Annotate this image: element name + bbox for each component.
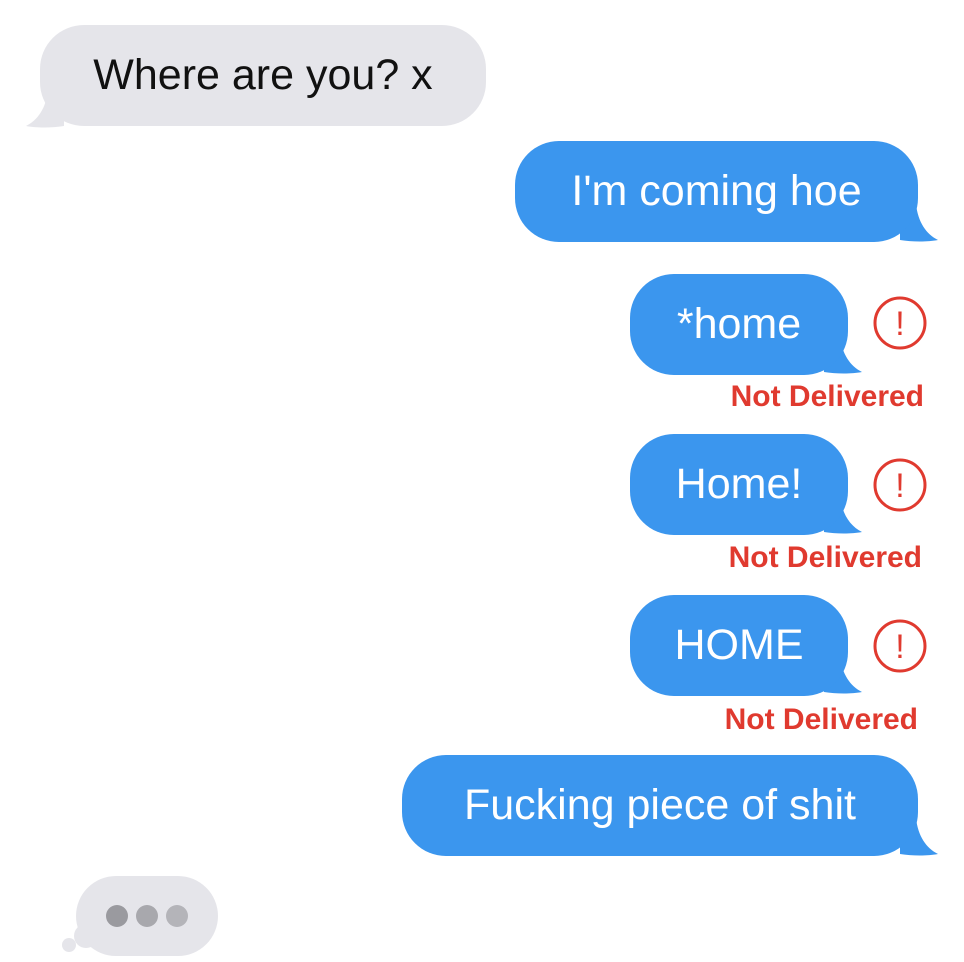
message-bubble-sent[interactable]: I'm coming hoe (515, 141, 918, 242)
message-text: Where are you? x (93, 51, 433, 99)
typing-indicator (76, 876, 218, 956)
svg-text:!: ! (895, 467, 904, 505)
delivery-status: Not Delivered (730, 380, 924, 413)
message-text: HOME (674, 621, 804, 669)
message-text: Home! (675, 460, 803, 508)
message-thread: Where are you? x I'm coming hoe *home ! … (0, 0, 964, 962)
delivery-status: Not Delivered (728, 541, 922, 574)
message-text: I'm coming hoe (571, 167, 862, 215)
message-text: *home (676, 300, 802, 348)
message-bubble-sent[interactable]: Fucking piece of shit (402, 755, 918, 856)
error-alert-icon[interactable]: ! (872, 457, 928, 513)
error-alert-icon[interactable]: ! (872, 618, 928, 674)
error-alert-icon[interactable]: ! (872, 295, 928, 351)
svg-text:!: ! (895, 628, 904, 666)
delivery-status: Not Delivered (724, 703, 918, 736)
message-bubble-received[interactable]: Where are you? x (40, 25, 486, 126)
message-bubble-sent[interactable]: HOME (630, 595, 848, 696)
message-text: Fucking piece of shit (464, 781, 856, 829)
message-bubble-sent[interactable]: Home! (630, 434, 848, 535)
message-bubble-sent[interactable]: *home (630, 274, 848, 375)
svg-text:!: ! (895, 305, 904, 343)
